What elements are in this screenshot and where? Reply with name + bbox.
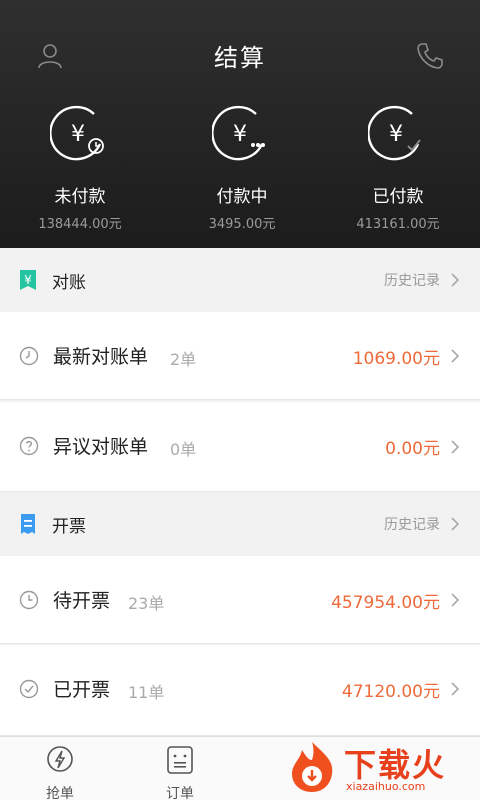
check-circle-icon bbox=[19, 679, 39, 699]
tab-orders[interactable]: 订单 bbox=[150, 745, 210, 800]
stat-amount: 413161.00元 bbox=[356, 217, 440, 232]
tab-label: 订单 bbox=[166, 786, 194, 800]
section-invoice[interactable]: 开票 历史记录 bbox=[0, 492, 480, 556]
history-link[interactable]: 历史记录 bbox=[384, 514, 440, 534]
history-link[interactable]: 历史记录 bbox=[384, 270, 440, 290]
stat-label: 付款中 bbox=[216, 187, 268, 207]
chevron-right-icon bbox=[451, 682, 460, 696]
row-amount: 457954.00元 bbox=[331, 593, 440, 613]
row-disputed-statement[interactable]: 异议对账单 0单 0.00元 bbox=[0, 402, 480, 492]
clock-icon bbox=[19, 590, 39, 610]
receipt-icon bbox=[21, 514, 35, 534]
row-title: 待开票 bbox=[53, 590, 111, 612]
order-list-icon bbox=[167, 746, 193, 774]
stat-label: 已付款 bbox=[372, 187, 424, 207]
section-title: 开票 bbox=[52, 517, 86, 537]
row-title: 最新对账单 bbox=[53, 346, 149, 368]
chevron-right-icon bbox=[451, 593, 460, 607]
section-title: 对账 bbox=[52, 273, 86, 293]
svg-text:¥: ¥ bbox=[389, 122, 403, 147]
chevron-right-icon bbox=[451, 517, 460, 531]
svg-text:¥: ¥ bbox=[24, 273, 32, 287]
row-title: 异议对账单 bbox=[53, 436, 149, 458]
yuan-pending-icon: ¥ bbox=[211, 105, 265, 161]
row-amount: 0.00元 bbox=[385, 439, 440, 459]
page-title: 结算 bbox=[214, 44, 266, 72]
flame-logo-icon bbox=[292, 742, 333, 792]
chevron-right-icon bbox=[451, 349, 460, 363]
section-reconcile[interactable]: ¥ 对账 历史记录 bbox=[0, 248, 480, 312]
row-count: 0单 bbox=[170, 440, 197, 459]
row-count: 11单 bbox=[128, 683, 165, 702]
yuan-clock-icon: ¥ bbox=[49, 105, 104, 161]
yuan-check-icon: ¥ bbox=[367, 105, 421, 161]
yuan-tag-icon: ¥ bbox=[20, 270, 36, 290]
stat-unpaid[interactable]: ¥ 未付款 138444.00元 bbox=[0, 104, 160, 232]
lightning-icon bbox=[47, 746, 73, 772]
row-amount: 47120.00元 bbox=[341, 682, 440, 702]
row-amount: 1069.00元 bbox=[352, 349, 440, 369]
question-icon bbox=[19, 436, 39, 456]
tab-label: 抢单 bbox=[46, 786, 74, 800]
stat-label: 未付款 bbox=[54, 187, 106, 207]
row-pending-invoice[interactable]: 待开票 23单 457954.00元 bbox=[0, 556, 480, 644]
svg-text:¥: ¥ bbox=[233, 122, 247, 147]
stat-amount: 3495.00元 bbox=[208, 217, 276, 232]
chevron-right-icon bbox=[451, 273, 460, 287]
watermark-url: xiazaihuo.com bbox=[346, 780, 426, 793]
row-issued-invoice[interactable]: 已开票 11单 47120.00元 bbox=[0, 645, 480, 736]
chevron-right-icon bbox=[451, 440, 460, 454]
tab-grab-order[interactable]: 抢单 bbox=[30, 745, 90, 800]
phone-icon[interactable] bbox=[414, 40, 446, 72]
row-title: 已开票 bbox=[53, 679, 111, 701]
clock-icon bbox=[19, 346, 39, 366]
stat-paid[interactable]: ¥ 已付款 413161.00元 bbox=[318, 104, 478, 232]
settlement-header: 结算 ¥ 未付款 138444.00元 ¥ 付款中 3495.00元 ¥ 已付款… bbox=[0, 0, 480, 248]
row-latest-statement[interactable]: 最新对账单 2单 1069.00元 bbox=[0, 312, 480, 400]
svg-text:¥: ¥ bbox=[71, 122, 85, 147]
stat-paying[interactable]: ¥ 付款中 3495.00元 bbox=[162, 104, 322, 232]
row-count: 2单 bbox=[170, 350, 197, 369]
watermark: 下载火 xiazaihuo.com bbox=[280, 736, 480, 800]
stat-amount: 138444.00元 bbox=[38, 217, 122, 232]
row-count: 23单 bbox=[128, 594, 165, 613]
